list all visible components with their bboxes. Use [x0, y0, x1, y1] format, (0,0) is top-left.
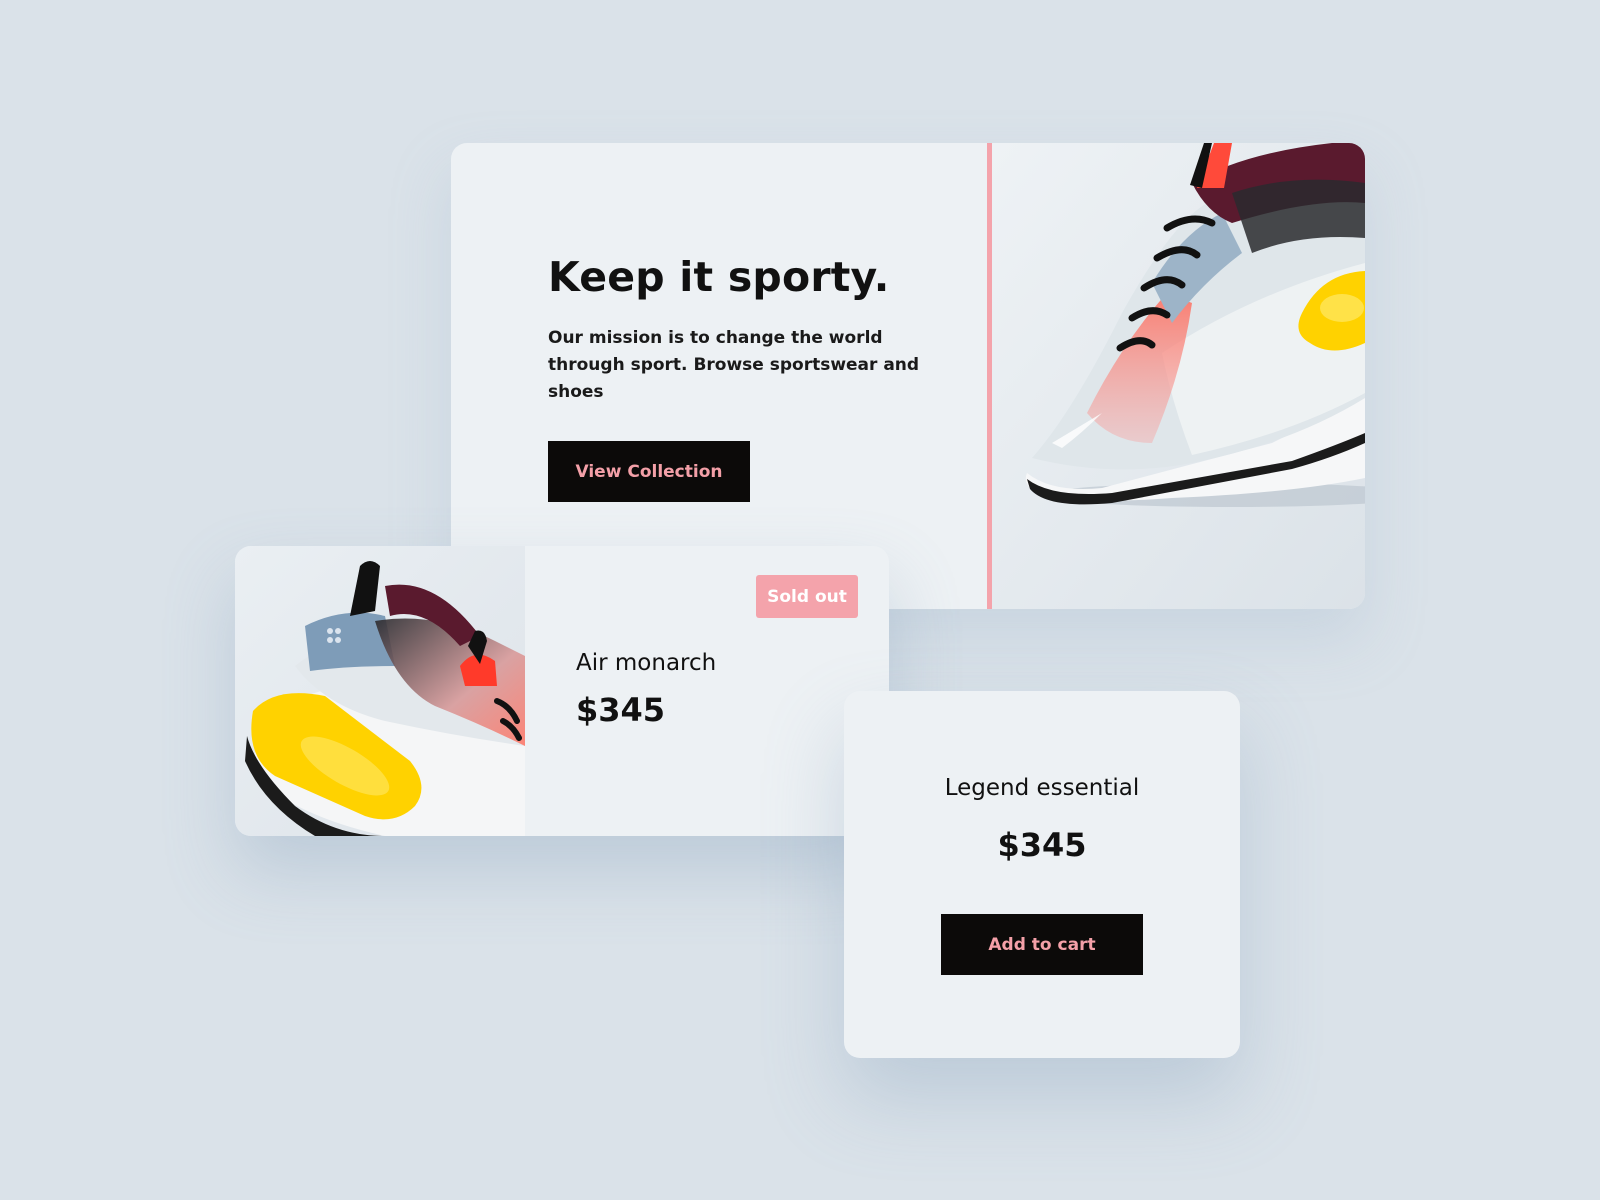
hero-card: Keep it sporty. Our mission is to change… — [451, 143, 1365, 609]
hero-description: Our mission is to change the world throu… — [548, 328, 920, 402]
product-price: $345 — [997, 826, 1087, 864]
add-to-cart-button[interactable]: Add to cart — [941, 914, 1143, 975]
product-sneaker-image — [235, 546, 525, 836]
product-name: Legend essential — [944, 775, 1140, 801]
hero-title: Keep it sporty. — [548, 253, 890, 301]
product-card-legend-essential: Legend essential $345 Add to cart — [844, 691, 1240, 1058]
view-collection-button[interactable]: View Collection — [548, 441, 750, 502]
product-card-air-monarch[interactable]: Sold out Air monarch $345 — [235, 546, 889, 836]
product-price: $345 — [576, 691, 666, 729]
hero-sneaker-image — [992, 143, 1365, 609]
product-name: Air monarch — [576, 650, 717, 676]
sold-out-badge: Sold out — [756, 575, 858, 618]
